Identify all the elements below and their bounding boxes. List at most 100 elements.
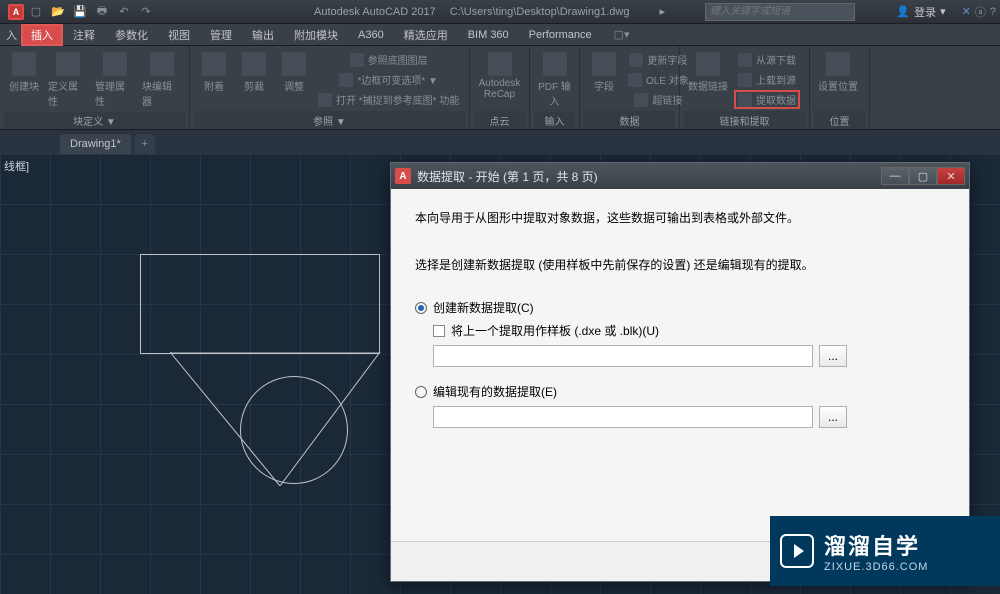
- existing-path-input[interactable]: [433, 406, 813, 428]
- search-icon-arrow: ▸: [659, 5, 665, 18]
- circle-shape[interactable]: [240, 376, 348, 484]
- menu-performance[interactable]: Performance: [519, 26, 602, 44]
- user-login[interactable]: 👤 登录 ▾: [896, 4, 945, 20]
- ribbon-panel-pointcloud: Autodesk ReCap 点云: [470, 46, 530, 129]
- link-icon: [634, 93, 648, 107]
- attr-manage-icon: [103, 52, 127, 76]
- recap-button[interactable]: Autodesk ReCap: [476, 50, 523, 102]
- app-menu-icon[interactable]: A: [8, 4, 24, 20]
- ribbon-panel-data: 字段 更新字段 OLE 对象 超链接 数据: [580, 46, 680, 129]
- block-create-icon: [12, 52, 36, 76]
- checkbox-label: 将上一个提取用作样板 (.dxe 或 .blk)(U): [451, 322, 659, 339]
- dialog-titlebar[interactable]: A 数据提取 - 开始 (第 1 页，共 8 页) — ▢ ✕: [391, 163, 969, 189]
- panel-title-import[interactable]: 输入: [534, 112, 575, 129]
- save-icon[interactable]: 💾: [72, 4, 88, 20]
- close-button[interactable]: ✕: [937, 167, 965, 185]
- menu-annotate[interactable]: 注释: [63, 24, 105, 46]
- open-icon[interactable]: 📂: [50, 4, 66, 20]
- watermark-url: ZIXUE.3D66.COM: [824, 561, 928, 573]
- panel-title-link-extract[interactable]: 链接和提取: [684, 111, 805, 129]
- set-location-button[interactable]: 设置位置: [816, 50, 860, 95]
- menu-manage[interactable]: 管理: [200, 24, 242, 46]
- browse-template-button[interactable]: ...: [819, 345, 847, 367]
- menu-bim360[interactable]: BIM 360: [458, 26, 519, 44]
- radio-edit-existing[interactable]: 编辑现有的数据提取(E): [415, 383, 945, 400]
- maximize-button[interactable]: ▢: [909, 167, 937, 185]
- adjust-icon: [282, 52, 306, 76]
- define-attr-button[interactable]: 定义属性: [46, 50, 89, 110]
- chevron-down-icon: ▾: [940, 5, 946, 18]
- pdf-import-button[interactable]: PDF 输入: [536, 50, 573, 110]
- menu-item[interactable]: 入: [4, 24, 21, 46]
- block-editor-button[interactable]: 块编辑器: [140, 50, 183, 110]
- manage-attr-button[interactable]: 管理属性: [93, 50, 136, 110]
- ribbon-panel-block: 创建块 定义属性 管理属性 块编辑器 块定义 ▼: [0, 46, 190, 129]
- play-icon: [780, 534, 814, 568]
- menu-insert[interactable]: 插入: [21, 24, 63, 46]
- rectangle-shape[interactable]: [140, 254, 380, 354]
- attach-button[interactable]: 附着: [196, 50, 232, 95]
- exchange-icon[interactable]: ✕: [962, 5, 971, 18]
- new-icon[interactable]: ▢: [28, 4, 44, 20]
- data-link-button[interactable]: 数据链接: [686, 50, 730, 95]
- menu-view[interactable]: 视图: [158, 24, 200, 46]
- panel-title-block[interactable]: 块定义 ▼: [4, 112, 185, 129]
- frame-vary[interactable]: *边框可变选项* ▼: [316, 70, 461, 89]
- option-group: 创建新数据提取(C) 将上一个提取用作样板 (.dxe 或 .blk)(U) .…: [415, 299, 945, 428]
- template-path-input[interactable]: [433, 345, 813, 367]
- menu-addins[interactable]: 附加模块: [284, 24, 348, 46]
- globe-icon: [826, 52, 850, 76]
- menu-featured[interactable]: 精选应用: [394, 24, 458, 46]
- adjust-button[interactable]: 调整: [276, 50, 312, 95]
- minimize-button[interactable]: —: [881, 167, 909, 185]
- redo-icon[interactable]: ↷: [138, 4, 154, 20]
- ribbon-panel-import: PDF 输入 输入: [530, 46, 580, 129]
- extract-icon: [738, 93, 752, 107]
- recap-icon: [488, 52, 512, 76]
- snap-underlay[interactable]: 打开 *捕捉到参考底图* 功能: [316, 90, 461, 109]
- clip-button[interactable]: 剪裁: [236, 50, 272, 95]
- dialog-description-1: 本向导用于从图形中提取对象数据，这些数据可输出到表格或外部文件。: [415, 209, 945, 228]
- new-tab-button[interactable]: +: [135, 134, 155, 154]
- radio-create-new[interactable]: 创建新数据提取(C): [415, 299, 945, 316]
- dialog-body: 本向导用于从图形中提取对象数据，这些数据可输出到表格或外部文件。 选择是创建新数…: [391, 189, 969, 541]
- dialog-app-icon: A: [395, 168, 411, 184]
- undo-icon[interactable]: ↶: [116, 4, 132, 20]
- browse-existing-button[interactable]: ...: [819, 406, 847, 428]
- panel-title-location[interactable]: 位置: [814, 111, 865, 129]
- panel-title-ref[interactable]: 参照 ▼: [194, 111, 465, 129]
- panel-title-data[interactable]: 数据: [584, 111, 675, 129]
- block-editor-icon: [150, 52, 174, 76]
- underlay-layers[interactable]: 参照底图图层: [316, 50, 461, 69]
- a360-icon[interactable]: ⓐ: [975, 4, 986, 20]
- menu-parametric[interactable]: 参数化: [105, 24, 158, 46]
- panel-options-icon[interactable]: ▢▾: [614, 28, 630, 41]
- field-button[interactable]: 字段: [586, 50, 622, 95]
- download-source[interactable]: 从源下载: [734, 50, 800, 69]
- menubar: 入 插入 注释 参数化 视图 管理 输出 附加模块 A360 精选应用 BIM …: [0, 24, 1000, 46]
- pdf-icon: [543, 52, 567, 76]
- login-label: 登录: [914, 4, 936, 20]
- layers-icon: [350, 53, 364, 67]
- clip-icon: [242, 52, 266, 76]
- extract-data-button[interactable]: 提取数据: [734, 90, 800, 109]
- menu-output[interactable]: 输出: [242, 24, 284, 46]
- menu-a360[interactable]: A360: [348, 26, 394, 44]
- create-block-button[interactable]: 创建块: [6, 50, 42, 95]
- ribbon: 创建块 定义属性 管理属性 块编辑器 块定义 ▼ 附着 剪裁 调整 参照底图图层…: [0, 46, 1000, 130]
- checkbox-use-template[interactable]: 将上一个提取用作样板 (.dxe 或 .blk)(U): [433, 322, 945, 339]
- search-input[interactable]: [705, 3, 855, 21]
- ole-icon: [628, 73, 642, 87]
- help-area: ✕ ⓐ ?: [962, 4, 996, 20]
- upload-source[interactable]: 上载到源: [734, 70, 800, 89]
- print-icon[interactable]: 🖶: [94, 4, 110, 20]
- ribbon-panel-link-extract: 数据链接 从源下载 上载到源 提取数据 链接和提取: [680, 46, 810, 129]
- snap-icon: [318, 93, 332, 107]
- radio-label-edit: 编辑现有的数据提取(E): [433, 383, 557, 400]
- help-icon[interactable]: ?: [990, 6, 996, 18]
- update-icon: [629, 53, 643, 67]
- doc-tab-active[interactable]: Drawing1*: [60, 134, 131, 154]
- attach-icon: [202, 52, 226, 76]
- panel-title-pointcloud[interactable]: 点云: [474, 111, 525, 129]
- titlebar: A ▢ 📂 💾 🖶 ↶ ↷ Autodesk AutoCAD 2017 C:\U…: [0, 0, 1000, 24]
